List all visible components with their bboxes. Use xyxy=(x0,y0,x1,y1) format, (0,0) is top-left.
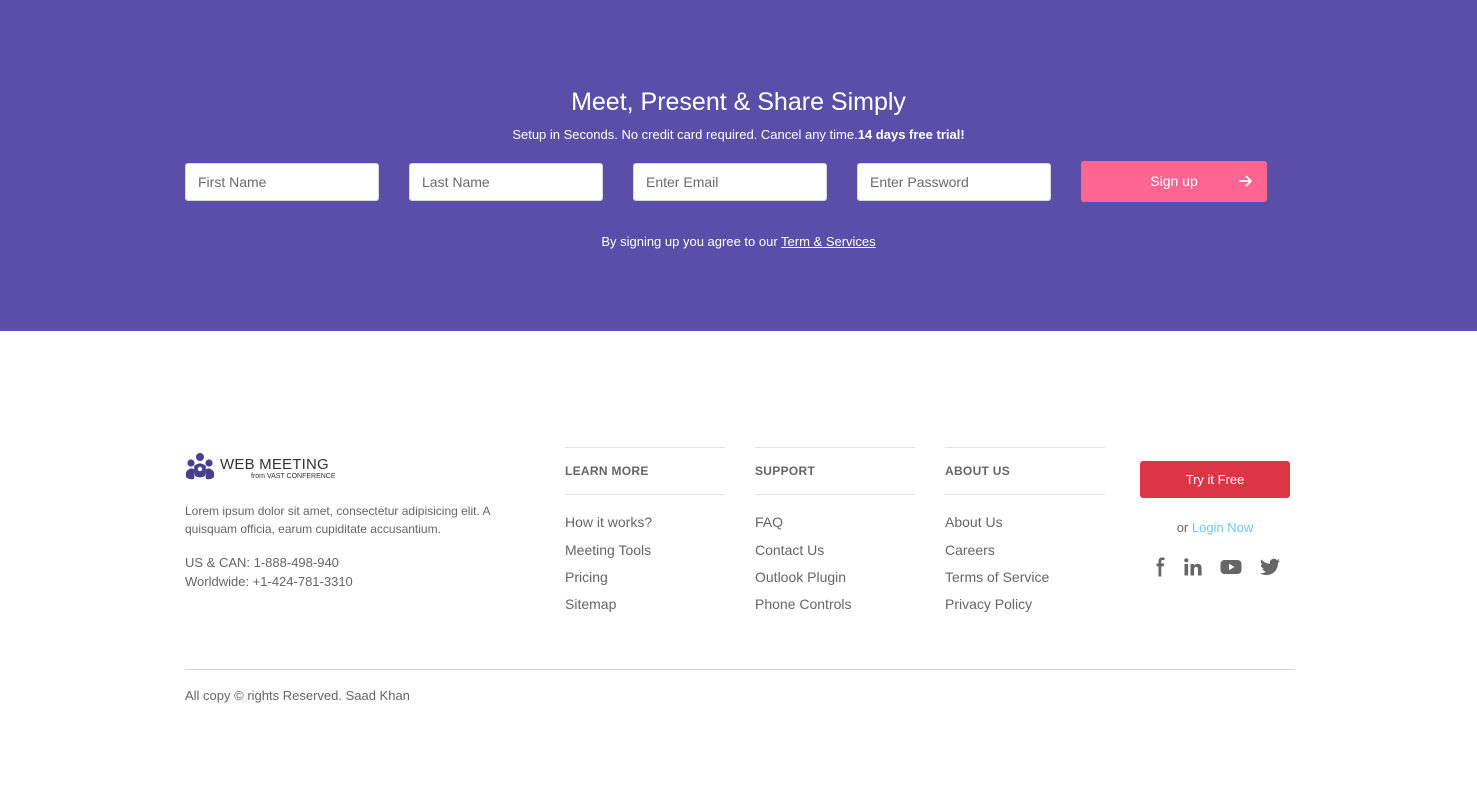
footer-link-sitemap[interactable]: Sitemap xyxy=(565,596,616,612)
footer-link-terms-of-service[interactable]: Terms of Service xyxy=(945,569,1049,585)
terms-notice: By signing up you agree to our Term & Se… xyxy=(0,234,1477,249)
logo-name: WEB MEETING xyxy=(220,456,329,473)
footer-link-pricing[interactable]: Pricing xyxy=(565,569,608,585)
column-heading: LEARN MORE xyxy=(565,464,649,478)
footer-link-how-it-works[interactable]: How it works? xyxy=(565,514,652,530)
linkedin-icon[interactable] xyxy=(1182,557,1204,577)
login-now-link[interactable]: Login Now xyxy=(1192,520,1253,535)
column-heading: ABOUT US xyxy=(945,464,1011,478)
footer-link-about-us[interactable]: About Us xyxy=(945,514,1003,530)
logo-tagline: from VAST CONFERENCE xyxy=(251,473,336,480)
facebook-icon[interactable] xyxy=(1149,557,1171,577)
email-input[interactable] xyxy=(633,163,827,201)
footer-link-faq[interactable]: FAQ xyxy=(755,514,783,530)
password-input[interactable] xyxy=(857,163,1051,201)
footer-divider xyxy=(185,669,1295,670)
login-prompt: or Login Now xyxy=(1140,520,1290,535)
youtube-icon[interactable] xyxy=(1220,557,1242,577)
phone-worldwide: Worldwide: +1-424-781-3310 xyxy=(185,574,353,589)
divider xyxy=(565,494,725,495)
last-name-input[interactable] xyxy=(409,163,603,201)
signup-button[interactable]: Sign up xyxy=(1081,161,1267,202)
footer-link-meeting-tools[interactable]: Meeting Tools xyxy=(565,542,651,558)
divider xyxy=(755,447,915,448)
hero-subtitle: Setup in Seconds. No credit card require… xyxy=(0,127,1477,142)
phone-us-can: US & CAN: 1-888-498-940 xyxy=(185,555,339,570)
terms-notice-text: By signing up you agree to our xyxy=(601,234,782,249)
footer-link-contact-us[interactable]: Contact Us xyxy=(755,542,824,558)
divider xyxy=(945,494,1105,495)
footer-link-outlook-plugin[interactable]: Outlook Plugin xyxy=(755,569,846,585)
arrow-right-icon xyxy=(1239,175,1252,187)
divider xyxy=(755,494,915,495)
trial-highlight: 14 days free trial! xyxy=(857,127,965,142)
try-it-free-button[interactable]: Try it Free xyxy=(1140,461,1290,498)
hero-subtitle-text: Setup in Seconds. No credit card require… xyxy=(512,127,858,142)
or-text: or xyxy=(1176,520,1192,535)
footer-about: Lorem ipsum dolor sit amet, consectetur … xyxy=(185,504,490,536)
hero-title: Meet, Present & Share Simply xyxy=(571,88,906,116)
first-name-input[interactable] xyxy=(185,163,379,201)
people-group-icon xyxy=(186,453,214,480)
copyright: All copy © rights Reserved. Saad Khan xyxy=(185,688,410,703)
signup-hero: Meet, Present & Share Simply Setup in Se… xyxy=(0,0,1477,331)
divider xyxy=(565,447,725,448)
web-meeting-logo[interactable]: WEB MEETING from VAST CONFERENCE xyxy=(185,452,345,484)
column-heading: SUPPORT xyxy=(755,464,816,478)
footer-link-careers[interactable]: Careers xyxy=(945,542,995,558)
footer-link-privacy-policy[interactable]: Privacy Policy xyxy=(945,596,1032,612)
footer-link-phone-controls[interactable]: Phone Controls xyxy=(755,596,852,612)
divider xyxy=(945,447,1105,448)
terms-link[interactable]: Term & Services xyxy=(781,234,876,249)
twitter-icon[interactable] xyxy=(1259,557,1281,577)
